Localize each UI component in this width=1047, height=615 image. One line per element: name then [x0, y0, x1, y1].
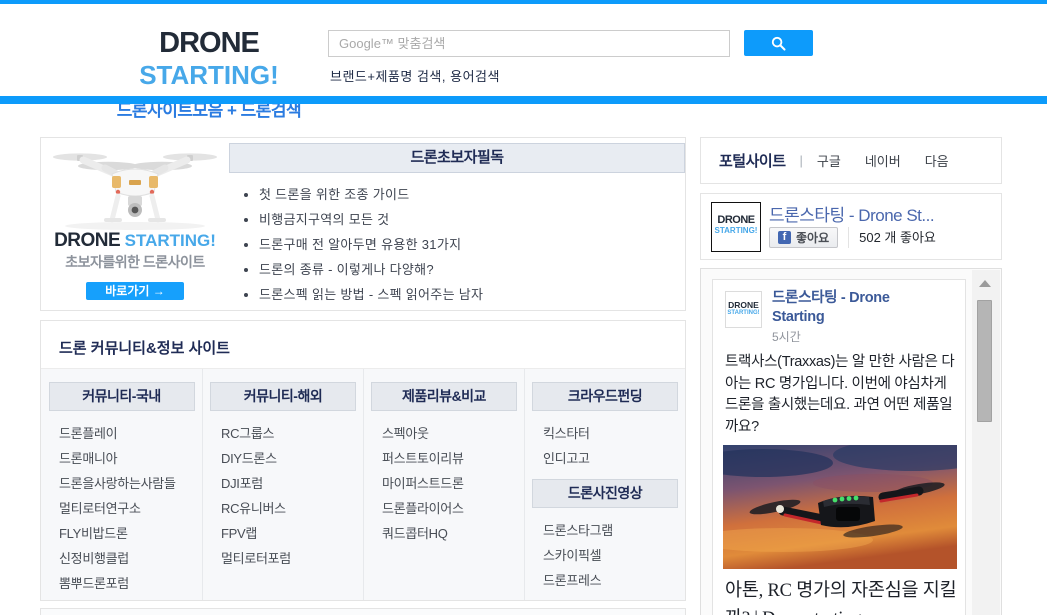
site-link[interactable]: 쿼드콥터HQ — [382, 521, 524, 546]
beginner-link[interactable]: 비행금지구역의 모든 것 — [259, 207, 483, 232]
search-input[interactable] — [328, 30, 730, 57]
beginner-link[interactable]: 첫 드론을 위한 조종 가이드 — [259, 182, 483, 207]
community-columns: 커뮤니티-국내 드론플레이 드론매니아 드론을사랑하는사람들 멀티로터연구소 F… — [41, 368, 685, 600]
search-hint-text: 브랜드+제품명 검색, 용어검색 — [330, 69, 500, 84]
facebook-like-button[interactable]: f 좋아요 — [769, 227, 839, 248]
beginner-link[interactable]: 드론스펙 읽는 방법 - 스펙 읽어주는 남자 — [259, 282, 483, 307]
promo-banner[interactable]: DRONE STARTING! 초보자를위한 드론사이트 바로가기 → — [41, 138, 229, 310]
site-link[interactable]: DJI포럼 — [221, 471, 363, 496]
fb-logo-starting: STARTING! — [714, 226, 758, 235]
column-community-overseas: 커뮤니티-해외 RC그룹스 DIY드론스 DJI포럼 RC유니버스 FPV랩 멀… — [202, 369, 363, 600]
facebook-f-icon: f — [778, 231, 791, 244]
portal-sites-box: 포털사이트 | 구글 네이버 다음 — [700, 137, 1002, 184]
site-link[interactable]: 드론스타그램 — [543, 518, 685, 543]
column-header-photo-video[interactable]: 드론사진영상 — [532, 479, 678, 508]
portal-link-google[interactable]: 구글 — [817, 151, 841, 170]
facebook-feed-widget: DRONE STARTING! 드론스타팅 - Drone Starting 5… — [700, 268, 1002, 615]
column-crowdfunding: 크라우드펀딩 킥스타터 인디고고 드론사진영상 드론스타그램 스카이픽셀 드론프… — [524, 369, 685, 600]
promo-logo: DRONE STARTING! — [41, 230, 229, 252]
scroll-up-arrow-icon[interactable] — [979, 280, 991, 287]
header-divider-bar — [0, 96, 1047, 104]
portal-link-naver[interactable]: 네이버 — [865, 151, 901, 170]
beginner-link-list: 첫 드론을 위한 조종 가이드 비행금지구역의 모든 것 드론구매 전 알아두면… — [259, 182, 483, 307]
top-accent-strip — [0, 0, 1047, 4]
avatar-logo-starting: STARTING! — [727, 310, 760, 316]
facebook-like-row: f 좋아요 502 개 좋아요 — [769, 227, 936, 248]
column-community-domestic: 커뮤니티-국내 드론플레이 드론매니아 드론을사랑하는사람들 멀티로터연구소 F… — [41, 369, 202, 600]
site-link[interactable]: DIY드론스 — [221, 446, 363, 471]
community-section-title: 드론 커뮤니티&정보 사이트 — [59, 340, 230, 357]
beginner-link[interactable]: 드론의 종류 - 이렇게나 다양해? — [259, 257, 483, 282]
portal-link-daum[interactable]: 다음 — [925, 151, 949, 170]
promo-subtitle: 초보자를위한 드론사이트 — [65, 254, 205, 270]
search-button[interactable] — [744, 30, 813, 56]
column-header[interactable]: 커뮤니티-해외 — [210, 382, 356, 411]
site-link[interactable]: RC유니버스 — [221, 496, 363, 521]
column-header[interactable]: 제품리뷰&비교 — [371, 382, 517, 411]
next-section-edge — [40, 608, 686, 615]
post-drone-image[interactable] — [723, 445, 957, 569]
like-count: 502 개 좋아요 — [848, 227, 936, 248]
facebook-page-title[interactable]: 드론스타팅 - Drone St... — [769, 201, 935, 226]
fb-logo-drone: DRONE — [717, 214, 755, 226]
post-text: 트랙사스(Traxxas)는 알 만한 사람은 다 아는 RC 명가입니다. 이… — [725, 354, 955, 435]
site-link[interactable]: 드론프레스 — [543, 568, 685, 593]
site-link[interactable]: FPV랩 — [221, 521, 363, 546]
site-link[interactable]: 드론플라이어스 — [382, 496, 524, 521]
like-button-label: 좋아요 — [796, 231, 830, 245]
post-avatar[interactable]: DRONE STARTING! — [725, 291, 762, 328]
facebook-page-logo[interactable]: DRONE STARTING! — [711, 202, 761, 252]
phantom-drone-image — [53, 153, 217, 230]
site-link[interactable]: 퍼스트토이리뷰 — [382, 446, 524, 471]
facebook-page-box: DRONE STARTING! 드론스타팅 - Drone St... f 좋아… — [700, 193, 1002, 260]
site-link[interactable]: 인디고고 — [543, 446, 685, 471]
post-link-title[interactable]: 아톤, RC 명가의 자존심을 지킬까? | Dronestarting — [725, 577, 961, 615]
site-link[interactable]: FLY비밥드론 — [59, 521, 202, 546]
promo-logo-drone: DRONE — [54, 230, 121, 251]
logo-text-drone: DRONE — [159, 27, 260, 59]
site-link[interactable]: 멀티로터연구소 — [59, 496, 202, 521]
site-link[interactable]: 멀티로터포럼 — [221, 546, 363, 571]
avatar-logo-drone: DRONE — [728, 300, 759, 310]
site-link[interactable]: 드론플레이 — [59, 421, 202, 446]
site-link[interactable]: 드론을사랑하는사람들 — [59, 471, 202, 496]
feed-scrollbar-thumb[interactable] — [977, 300, 992, 422]
site-logo[interactable]: DRONE STARTING! 드론사이트모음 + 드론검색 — [104, 27, 314, 121]
beginner-section-title: 드론초보자필독 — [229, 143, 685, 173]
site-link[interactable]: 마이퍼스트드론 — [382, 471, 524, 496]
feed-scrollbar-track[interactable] — [972, 270, 1000, 615]
facebook-post: DRONE STARTING! 드론스타팅 - Drone Starting 5… — [712, 279, 966, 615]
community-section: 드론 커뮤니티&정보 사이트 커뮤니티-국내 드론플레이 드론매니아 드론을사랑… — [40, 320, 686, 601]
site-link[interactable]: RC그룹스 — [221, 421, 363, 446]
column-header[interactable]: 크라우드펀딩 — [532, 382, 678, 411]
site-link[interactable]: 드론매니아 — [59, 446, 202, 471]
site-link[interactable]: 스펙아웃 — [382, 421, 524, 446]
column-product-review: 제품리뷰&비교 스펙아웃 퍼스트토이리뷰 마이퍼스트드론 드론플라이어스 쿼드콥… — [363, 369, 524, 600]
search-icon — [771, 36, 786, 51]
post-timestamp[interactable]: 5시간 — [772, 328, 801, 345]
portal-separator: | — [799, 153, 803, 168]
site-link[interactable]: 신정비행클럽 — [59, 546, 202, 571]
site-link[interactable]: 킥스타터 — [543, 421, 685, 446]
logo-text-starting: STARTING! — [139, 60, 279, 90]
beginner-section: DRONE STARTING! 초보자를위한 드론사이트 바로가기 → 드론초보… — [40, 137, 686, 311]
portal-title: 포털사이트 — [719, 153, 786, 170]
site-link[interactable]: 스카이픽셀 — [543, 543, 685, 568]
site-link[interactable]: 뽐뿌드론포럼 — [59, 571, 202, 596]
post-author[interactable]: 드론스타팅 - Drone Starting — [772, 289, 942, 327]
promo-go-button[interactable]: 바로가기 → — [86, 282, 184, 300]
promo-logo-starting: STARTING! — [124, 231, 216, 250]
beginner-link[interactable]: 드론구매 전 알아두면 유용한 31가지 — [259, 232, 483, 257]
column-header[interactable]: 커뮤니티-국내 — [48, 382, 195, 411]
